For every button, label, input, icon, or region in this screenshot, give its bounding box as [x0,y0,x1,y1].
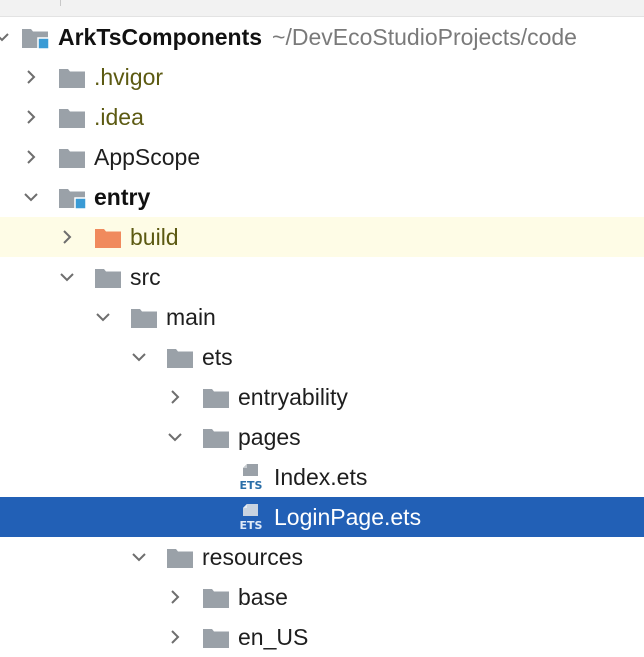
tree-item-label: pages [238,424,301,450]
chevron-down-icon[interactable] [57,267,77,287]
folder-icon [201,383,231,411]
tree-item-label: entry [94,184,151,210]
module-folder-icon [57,183,87,211]
folder-icon [201,623,231,651]
tree-item-idea[interactable]: .idea [0,97,644,137]
chevron-down-icon[interactable] [93,307,113,327]
folder-icon [57,103,87,131]
tree-item-label: base [238,584,288,610]
folder-icon [201,583,231,611]
tree-item-label: .idea [94,104,144,130]
chevron-right-icon[interactable] [165,627,185,647]
tree-item-label: en_US [238,624,309,650]
tree-item-index-ets[interactable]: ETS Index.ets [0,457,644,497]
tree-item-label: LoginPage.ets [274,504,422,530]
chevron-down-icon[interactable] [0,27,12,47]
tree-item-label: ets [202,344,233,370]
chevron-right-icon[interactable] [21,107,41,127]
folder-icon [165,343,195,371]
tree-item-label: src [130,264,161,290]
folder-icon [201,423,231,451]
tree-item-label: entryability [238,384,348,410]
svg-text:ETS: ETS [240,479,263,491]
folder-icon [57,143,87,171]
tree-item-entryability[interactable]: entryability [0,377,644,417]
project-name: ArkTsComponents [58,24,263,50]
tree-item-label: Index.ets [274,464,368,490]
ets-file-icon: ETS [236,463,266,491]
tree-item-label: resources [202,544,303,570]
chevron-right-icon[interactable] [165,587,185,607]
chevron-right-icon[interactable] [57,227,77,247]
excluded-folder-icon [93,223,123,251]
tree-item-loginpage-ets[interactable]: ETS LoginPage.ets [0,497,644,537]
tree-item-pages[interactable]: pages [0,417,644,457]
chevron-down-icon[interactable] [129,547,149,567]
tree-item-entry[interactable]: entry [0,177,644,217]
tree-item-label: AppScope [94,144,201,170]
ets-file-icon: ETS [236,503,266,531]
folder-icon [129,303,159,331]
tree-root-row[interactable]: ArkTsComponents ~/DevEcoStudioProjects/co… [0,17,644,57]
module-folder-icon [20,23,50,51]
tree-item-resources[interactable]: resources [0,537,644,577]
chevron-right-icon[interactable] [165,387,185,407]
tree-item-main[interactable]: main [0,297,644,337]
tree-item-base[interactable]: base [0,577,644,617]
tree-item-hvigor[interactable]: .hvigor [0,57,644,97]
toolbar-divider [60,0,61,6]
chevron-down-icon[interactable] [165,427,185,447]
tree-item-ets[interactable]: ets [0,337,644,377]
project-path: ~/DevEcoStudioProjects/code [272,24,577,50]
tree-item-src[interactable]: src [0,257,644,297]
tree-item-label: main [166,304,216,330]
tree-item-label: build [130,224,179,250]
chevron-right-icon[interactable] [21,67,41,87]
chevron-right-icon[interactable] [21,147,41,167]
project-tree[interactable]: ArkTsComponents ~/DevEcoStudioProjects/co… [0,17,644,657]
tree-item-label: .hvigor [94,64,164,90]
svg-text:ETS: ETS [240,519,263,531]
tree-item-build[interactable]: build [0,217,644,257]
toolbar-edge [0,0,644,17]
chevron-down-icon[interactable] [21,187,41,207]
tree-item-en-us[interactable]: en_US [0,617,644,657]
folder-icon [57,63,87,91]
tree-item-appscope[interactable]: AppScope [0,137,644,177]
folder-icon [93,263,123,291]
chevron-down-icon[interactable] [129,347,149,367]
folder-icon [165,543,195,571]
